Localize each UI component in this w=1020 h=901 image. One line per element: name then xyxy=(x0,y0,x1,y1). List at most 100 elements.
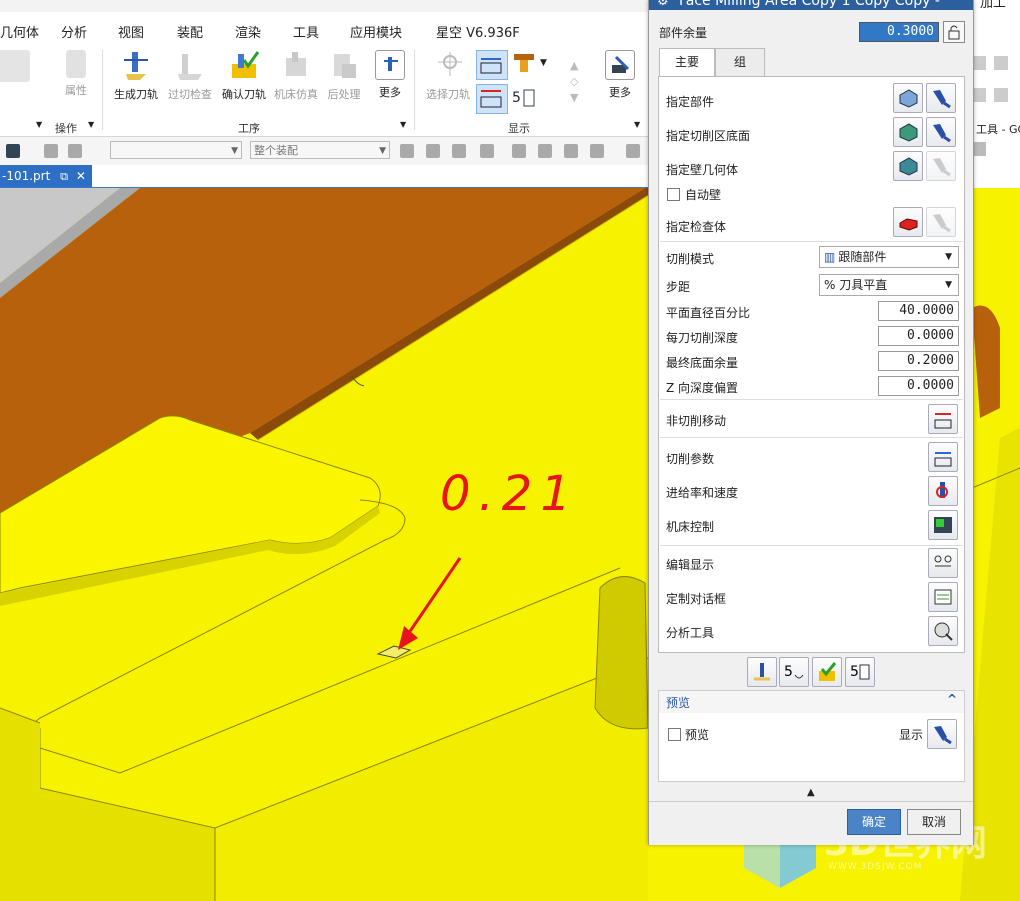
toolbar-icon[interactable] xyxy=(972,142,986,156)
feeds-button[interactable] xyxy=(928,476,958,506)
toolbar-icon[interactable] xyxy=(590,144,604,158)
select-wall-button[interactable] xyxy=(893,151,923,181)
dropdown-arrow-icon[interactable]: ▼ xyxy=(540,58,547,68)
left-partial-button[interactable] xyxy=(0,50,42,86)
toolbar-icon[interactable] xyxy=(626,144,640,158)
percent-input[interactable]: 40.0000 xyxy=(878,301,959,321)
toolbar-icon[interactable] xyxy=(400,144,414,158)
percent-label: 平面直径百分比 xyxy=(666,306,751,320)
menu-tools[interactable]: 工具 xyxy=(293,22,319,41)
cut-params-button[interactable] xyxy=(928,442,958,472)
main-panel: 指定部件 指定切削区底面 指定壁几何体 自动壁 指定检查体 切削模式 ▥ 跟随部件… xyxy=(658,76,965,653)
group-arrow-icon[interactable]: ▼ xyxy=(36,120,42,129)
tab-group[interactable]: 组 xyxy=(715,48,765,76)
menu-assembly[interactable]: 装配 xyxy=(177,22,203,41)
customize-icon xyxy=(934,589,952,605)
select-check-button[interactable] xyxy=(893,207,923,237)
group-arrow-icon[interactable]: ▼ xyxy=(634,120,640,129)
gouge-check-button[interactable]: 过切检查 xyxy=(162,50,218,102)
flashlight-icon xyxy=(933,214,951,233)
cancel-button[interactable]: 取消 xyxy=(907,809,961,835)
post-process-icon xyxy=(328,50,360,82)
list-display-icon[interactable]: 5 xyxy=(512,86,536,110)
customize-button[interactable] xyxy=(928,582,958,612)
menu-render[interactable]: 渲染 xyxy=(235,22,261,41)
tab-menu-icon[interactable]: ⧉ xyxy=(60,170,68,183)
select-part-button[interactable] xyxy=(893,83,923,113)
menu-analysis[interactable]: 分析 xyxy=(61,22,87,41)
display-toggle-2[interactable] xyxy=(476,84,508,114)
zoffset-input[interactable]: 0.0000 xyxy=(878,376,959,396)
more-button-2[interactable]: 更多 xyxy=(592,50,648,100)
show-floor-button[interactable] xyxy=(926,117,956,147)
cut-mode-select[interactable]: ▥ 跟随部件 ▼ xyxy=(819,246,959,268)
collapse-icon[interactable]: ^ xyxy=(947,692,957,706)
tool-display-icon[interactable] xyxy=(512,52,536,76)
close-icon[interactable]: ✕ xyxy=(76,169,86,183)
ok-button[interactable]: 确定 xyxy=(847,809,901,835)
menu-xingkong[interactable]: 星空 V6.936F xyxy=(436,22,520,41)
flashlight-icon xyxy=(933,158,951,177)
display-button[interactable] xyxy=(927,719,957,749)
top-fragment-label: 加工 xyxy=(980,0,1007,11)
generate-button[interactable] xyxy=(747,657,777,687)
toolbar-icon[interactable] xyxy=(512,144,526,158)
stock-label: 部件余量 xyxy=(659,26,708,40)
depth-input[interactable]: 0.0000 xyxy=(878,326,959,346)
show-check-button[interactable] xyxy=(926,207,956,237)
group-arrow-icon[interactable]: ▼ xyxy=(88,120,94,129)
toolbar-icon[interactable] xyxy=(6,144,20,158)
group-arrow-icon[interactable]: ▼ xyxy=(400,120,406,129)
lock-button[interactable] xyxy=(943,21,965,43)
menu-geometry[interactable]: 几何体 xyxy=(0,22,39,41)
analysis-button[interactable] xyxy=(928,616,958,646)
toolbar-icon[interactable] xyxy=(972,88,986,102)
arrows-icon[interactable]: ▲ ◇ ▼ xyxy=(570,58,584,106)
select-floor-button[interactable] xyxy=(893,117,923,147)
toolbar-icon[interactable] xyxy=(994,88,1008,102)
show-part-button[interactable] xyxy=(926,83,956,113)
generate-toolpath-icon xyxy=(120,50,152,82)
expand-icon[interactable]: ▲ xyxy=(807,787,815,798)
replay-button[interactable]: 5 xyxy=(779,657,809,687)
toolbar-icon[interactable] xyxy=(44,144,58,158)
non-cut-button[interactable] xyxy=(928,404,958,434)
stepover-select[interactable]: % 刀具平直 ▼ xyxy=(819,274,959,296)
more-button-1[interactable]: 更多 xyxy=(362,50,418,100)
assembly-combo[interactable]: 整个装配 ▼ xyxy=(250,141,390,159)
edit-display-button[interactable] xyxy=(928,548,958,578)
toolbar-icon[interactable] xyxy=(994,56,1008,70)
auto-wall-checkbox[interactable] xyxy=(667,188,680,201)
menu-application[interactable]: 应用模块 xyxy=(350,22,402,41)
toolbar-icon[interactable] xyxy=(564,144,578,158)
tab-main[interactable]: 主要 xyxy=(659,48,715,76)
show-wall-button[interactable] xyxy=(926,151,956,181)
preview-header[interactable]: 预览 ^ xyxy=(659,691,964,713)
part-icon xyxy=(0,50,30,82)
properties-button[interactable]: 属性 xyxy=(48,50,104,98)
filter-combo[interactable]: ▼ xyxy=(110,141,242,159)
preview-checkbox[interactable] xyxy=(668,728,681,741)
toolbar-icon[interactable] xyxy=(538,144,552,158)
menu-view[interactable]: 视图 xyxy=(118,22,144,41)
machine-control-button[interactable] xyxy=(928,510,958,540)
properties-icon xyxy=(66,50,86,78)
verify-button[interactable] xyxy=(812,657,842,687)
dialog-title-bar[interactable]: ⚙ Face Milling Area Copy 1 Copy Copy - xyxy=(649,0,973,10)
depth-label: 每刀切削深度 xyxy=(666,331,739,345)
file-tab[interactable]: -101.prt ⧉ ✕ xyxy=(0,165,92,187)
select-toolpath-button[interactable]: 选择刀轨 xyxy=(420,50,476,102)
stock-input[interactable]: 0.3000 xyxy=(859,22,939,42)
verify-toolpath-button[interactable]: 确认刀轨 xyxy=(216,50,272,102)
floor-stock-input[interactable]: 0.2000 xyxy=(878,351,959,371)
toolbar-icon[interactable] xyxy=(480,144,494,158)
toolbar-icon[interactable] xyxy=(426,144,440,158)
verify-toolpath-icon xyxy=(228,50,260,82)
wall-geometry-icon xyxy=(899,157,918,176)
toolbar-icon[interactable] xyxy=(972,56,986,70)
list-button[interactable]: 5 xyxy=(845,657,875,687)
toolbar-icon[interactable] xyxy=(68,144,82,158)
toolbar-icon[interactable] xyxy=(452,144,466,158)
display-toggle-1[interactable] xyxy=(476,50,508,80)
generate-toolpath-button[interactable]: 生成刀轨 xyxy=(108,50,164,102)
